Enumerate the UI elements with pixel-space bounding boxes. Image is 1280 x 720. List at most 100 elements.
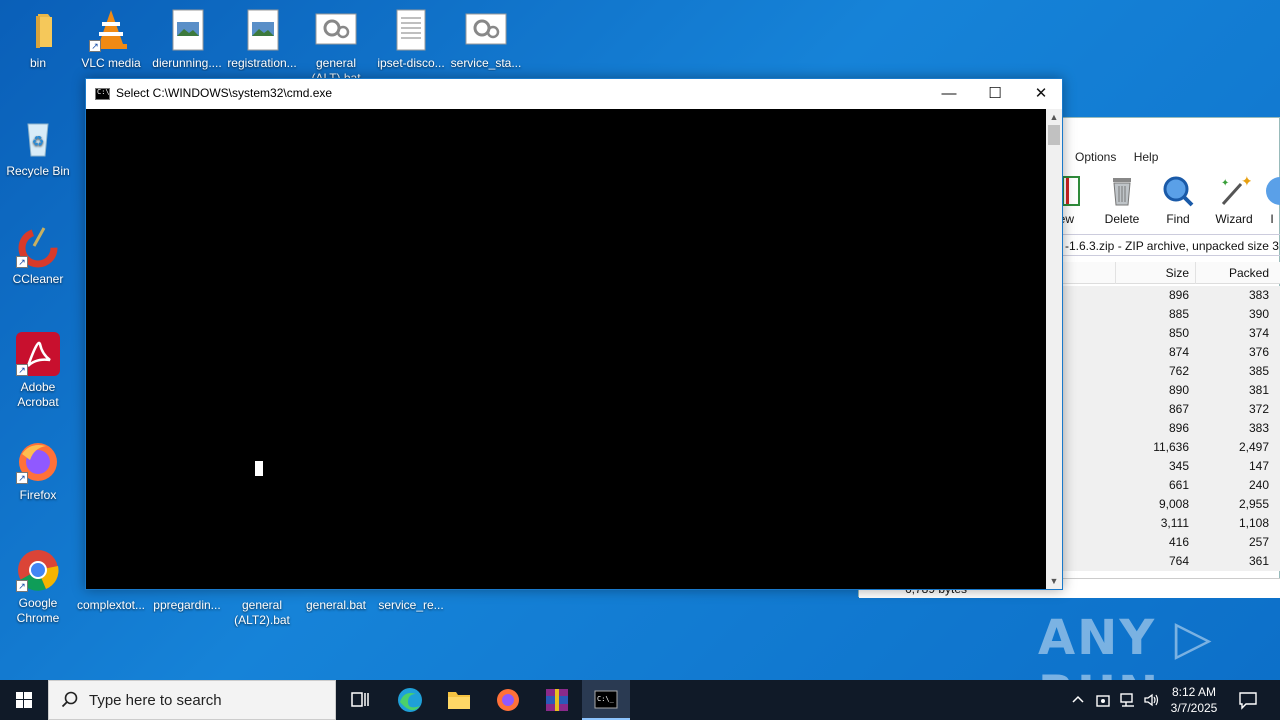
adobe-acrobat-icon: ↗	[16, 332, 60, 376]
desktop-icon-ppregardin[interactable]: ppregardin...	[149, 598, 225, 613]
table-row[interactable]: 896 383	[1063, 286, 1280, 305]
desktop-icon-adobe-acrobat[interactable]: ↗ Adobe Acrobat	[0, 332, 76, 410]
table-row[interactable]: 867 372	[1063, 400, 1280, 419]
table-row[interactable]: 345 147	[1063, 457, 1280, 476]
cmd-window[interactable]: Select C:\WINDOWS\system32\cmd.exe — ☐ ✕…	[85, 78, 1063, 590]
folder-icon	[16, 8, 60, 52]
taskbar-search-box[interactable]: Type here to search	[48, 680, 336, 720]
desktop-icon-recycle-bin[interactable]: ♻ Recycle Bin	[0, 116, 76, 179]
table-row[interactable]: 762 385	[1063, 362, 1280, 381]
row-packed: 390	[1248, 307, 1269, 321]
recycle-bin-icon: ♻	[16, 116, 60, 160]
row-size: 874	[1168, 345, 1189, 359]
row-size: 3,111	[1160, 516, 1189, 530]
desktop-icon-firefox[interactable]: ↗ Firefox	[0, 440, 76, 503]
row-size: 11,636	[1153, 440, 1189, 454]
table-row[interactable]: 885 390	[1063, 305, 1280, 324]
column-size[interactable]: Size	[1115, 262, 1195, 284]
row-size: 850	[1168, 326, 1189, 340]
row-size: 764	[1168, 554, 1189, 568]
taskbar-file-explorer[interactable]	[435, 680, 483, 720]
table-row[interactable]: 850 374	[1063, 324, 1280, 343]
row-size: 9,008	[1158, 497, 1189, 511]
notification-center-icon[interactable]	[1238, 690, 1258, 720]
wizard-wand-icon: ✦✦	[1221, 174, 1251, 206]
search-icon	[61, 691, 78, 708]
minimize-button[interactable]: —	[926, 79, 972, 109]
table-row[interactable]: 11,636 2,497	[1063, 438, 1280, 457]
taskbar-edge[interactable]	[386, 680, 434, 720]
cmd-app-icon	[95, 88, 110, 100]
desktop-icon-general-alt2[interactable]: general (ALT2).bat	[224, 598, 300, 628]
tray-chevron-up-icon[interactable]	[1070, 691, 1086, 720]
toolbar-info-button[interactable]: I	[1263, 174, 1280, 226]
scroll-up-arrow-icon[interactable]: ▲	[1046, 109, 1062, 125]
row-size: 885	[1168, 307, 1189, 321]
taskbar-cmd[interactable]: C:\_	[582, 680, 630, 720]
maximize-button[interactable]: ☐	[972, 79, 1018, 109]
menu-help[interactable]: Help	[1134, 150, 1159, 164]
security-tray-icon[interactable]	[1095, 691, 1111, 720]
text-file-icon	[389, 8, 433, 52]
row-packed: 381	[1248, 383, 1269, 397]
menu-options[interactable]: Options	[1075, 150, 1116, 164]
desktop-icon-complextot[interactable]: complextot...	[73, 598, 149, 613]
volume-tray-icon[interactable]	[1143, 691, 1161, 720]
table-row[interactable]: 3,111 1,108	[1063, 514, 1280, 533]
toolbar-delete-button[interactable]: Delete	[1095, 174, 1149, 226]
cmd-console-area[interactable]	[86, 109, 1046, 589]
row-packed: 147	[1248, 459, 1269, 473]
shortcut-arrow-icon: ↗	[16, 472, 28, 484]
desktop-icon-vlc[interactable]: ↗ VLC media	[73, 8, 149, 71]
table-row[interactable]: 661 240	[1063, 476, 1280, 495]
taskbar-firefox[interactable]	[484, 680, 532, 720]
table-row[interactable]: 874 376	[1063, 343, 1280, 362]
table-row[interactable]: 896 383	[1063, 419, 1280, 438]
desktop-icon-service-sta[interactable]: service_sta...	[448, 8, 524, 71]
row-size: 416	[1168, 535, 1189, 549]
scroll-down-arrow-icon[interactable]: ▼	[1046, 573, 1062, 589]
toolbar-find-button[interactable]: Find	[1151, 174, 1205, 226]
desktop-icon-registration[interactable]: registration...	[224, 8, 300, 71]
cmd-scrollbar[interactable]: ▲ ▼	[1046, 109, 1062, 589]
row-packed: 2,955	[1238, 497, 1269, 511]
desktop-icon-ccleaner[interactable]: ↗ CCleaner	[0, 224, 76, 287]
row-packed: 257	[1248, 535, 1269, 549]
table-row[interactable]: 890 381	[1063, 381, 1280, 400]
row-packed: 240	[1248, 478, 1269, 492]
column-packed[interactable]: Packed	[1195, 262, 1275, 284]
taskbar-winrar[interactable]	[533, 680, 581, 720]
desktop-icon-service-re[interactable]: service_re...	[373, 598, 449, 613]
taskbar: Type here to search C:\_ 8:12 AM 3/7/202…	[0, 680, 1280, 720]
cmd-icon: C:\_	[594, 690, 618, 709]
row-size: 896	[1168, 421, 1189, 435]
table-row[interactable]: 764 361	[1063, 552, 1280, 571]
trash-icon	[1113, 178, 1131, 206]
row-packed: 372	[1248, 402, 1269, 416]
desktop-icon-ipset-disco[interactable]: ipset-disco...	[373, 8, 449, 71]
vlc-cone-icon: ↗	[89, 8, 133, 52]
toolbar-wizard-button[interactable]: ✦ ✦ Wizard	[1207, 174, 1261, 226]
scroll-thumb[interactable]	[1048, 125, 1060, 145]
desktop-icon-bin[interactable]: bin	[0, 8, 76, 71]
task-view-button[interactable]	[336, 680, 384, 720]
desktop-icon-google-chrome[interactable]: ↗ Google Chrome	[0, 548, 76, 626]
desktop-icon-general-bat[interactable]: general.bat	[298, 598, 374, 613]
table-row[interactable]: 9,008 2,955	[1063, 495, 1280, 514]
search-placeholder: Type here to search	[89, 692, 222, 709]
desktop-icon-general-alt[interactable]: general (ALT).bat	[298, 8, 374, 80]
cmd-title-bar[interactable]: Select C:\WINDOWS\system32\cmd.exe — ☐ ✕	[86, 79, 1062, 109]
row-packed: 2,497	[1238, 440, 1269, 454]
close-button[interactable]: ✕	[1018, 79, 1064, 109]
start-button[interactable]	[0, 680, 48, 720]
taskbar-clock[interactable]: 8:12 AM 3/7/2025	[1166, 684, 1222, 716]
desktop-icon-dierunning[interactable]: dierunning....	[149, 8, 225, 71]
shortcut-arrow-icon: ↗	[16, 364, 28, 376]
file-list: 896 383 885 390 850 374 874 376 762 385 890 381 867 3…	[1063, 286, 1280, 571]
network-tray-icon[interactable]	[1119, 691, 1137, 720]
row-size: 762	[1168, 364, 1189, 378]
row-size: 890	[1168, 383, 1189, 397]
shortcut-arrow-icon: ↗	[89, 40, 101, 52]
table-row[interactable]: 416 257	[1063, 533, 1280, 552]
svg-text:✦: ✦	[1241, 174, 1251, 190]
